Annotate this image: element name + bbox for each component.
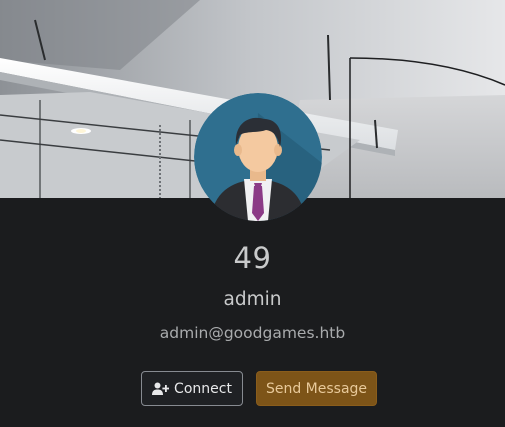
connect-button[interactable]: Connect (141, 371, 243, 406)
user-id: 49 (233, 241, 272, 275)
connect-button-label: Connect (174, 380, 232, 397)
send-message-button[interactable]: Send Message (256, 371, 377, 406)
username: admin (223, 289, 282, 310)
user-email: admin@goodgames.htb (159, 324, 346, 342)
send-message-button-label: Send Message (265, 380, 368, 397)
profile-card: 49 admin admin@goodgames.htb Connect Sen… (0, 0, 505, 427)
user-plus-icon (152, 382, 170, 395)
avatar (194, 93, 322, 221)
